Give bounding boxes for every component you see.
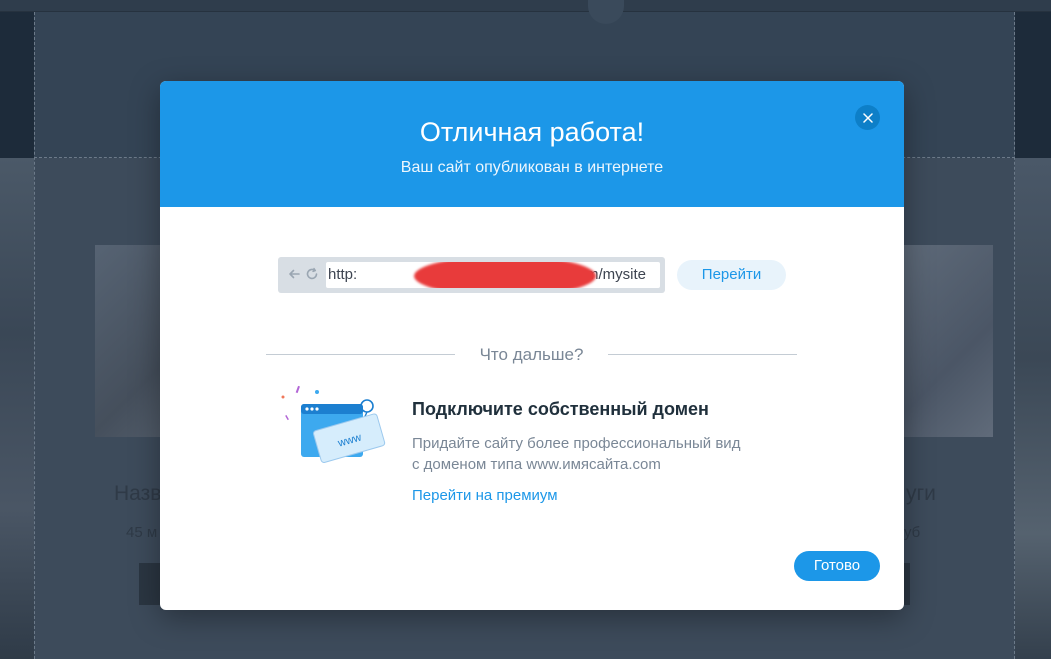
site-url-bar: http: m/mysite xyxy=(278,257,665,293)
section-guide-left xyxy=(34,12,35,659)
close-button[interactable] xyxy=(855,105,880,130)
service-card-title-right: уги xyxy=(906,482,936,505)
connect-domain-description-line2: с доменом типа www.имясайта.com xyxy=(412,456,661,473)
close-icon xyxy=(862,112,873,123)
connect-domain-title: Подключите собственный домен xyxy=(412,399,709,419)
service-card-button-right xyxy=(904,563,910,605)
editor-top-bar xyxy=(0,0,1051,12)
service-card-button-left xyxy=(139,563,161,605)
section-guide-right xyxy=(1014,12,1015,659)
service-card-image-right xyxy=(903,245,993,437)
open-site-button[interactable]: Перейти xyxy=(677,260,786,290)
publish-success-dialog: Отличная работа! Ваш сайт опубликован в … xyxy=(160,81,904,610)
service-card-meta-right: уб xyxy=(904,524,921,541)
content-left-strip xyxy=(0,158,34,659)
dialog-title: Отличная работа! xyxy=(419,117,645,147)
service-card-title-left: Назв xyxy=(114,482,162,505)
connect-domain-description-line1: Придайте сайту более профессиональный ви… xyxy=(412,435,741,452)
divider-line-left xyxy=(266,354,455,355)
divider-line-right xyxy=(608,354,797,355)
content-right-strip xyxy=(1015,158,1051,659)
whats-next-heading: Что дальше? xyxy=(479,345,584,364)
upgrade-premium-link[interactable]: Перейти на премиум xyxy=(412,487,558,504)
reload-icon xyxy=(306,267,318,280)
service-card-meta-left: 45 м xyxy=(126,524,158,541)
done-button[interactable]: Готово xyxy=(794,551,880,581)
url-redaction xyxy=(414,262,596,288)
header-right-strip xyxy=(1015,12,1051,158)
dialog-header: Отличная работа! Ваш сайт опубликован в … xyxy=(160,81,904,207)
dialog-subtitle: Ваш сайт опубликован в интернете xyxy=(400,159,664,176)
url-prefix: http: xyxy=(328,266,358,283)
header-left-strip xyxy=(0,12,34,158)
domain-browser-icon: www xyxy=(281,385,386,463)
arrow-left-icon xyxy=(289,269,300,279)
site-url-field[interactable]: http: m/mysite xyxy=(326,262,660,288)
